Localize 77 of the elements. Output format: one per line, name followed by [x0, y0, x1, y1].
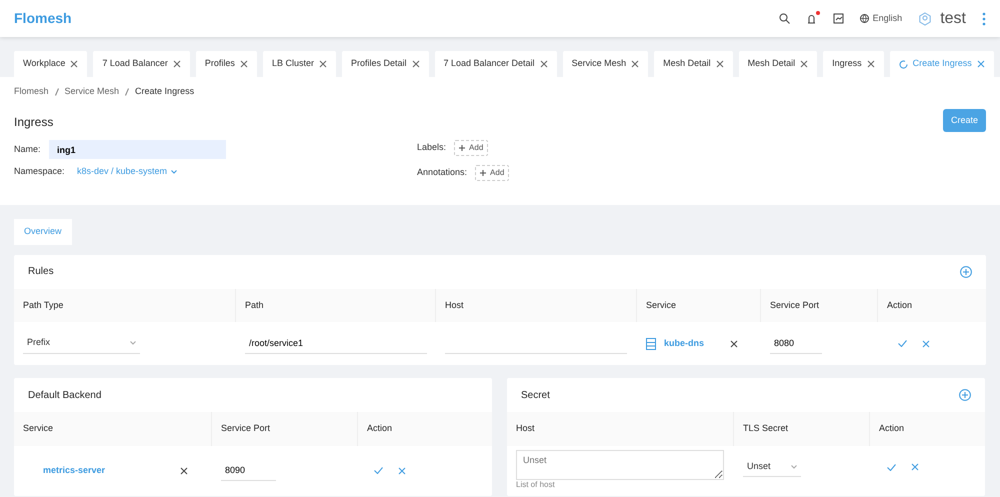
field-label: Name:	[14, 142, 42, 156]
close-icon[interactable]	[398, 466, 406, 474]
close-icon[interactable]	[540, 60, 548, 68]
breadcrumb-link[interactable]: Service Mesh	[64, 85, 120, 98]
column-header: TLS Secret	[734, 412, 870, 446]
breadcrumb-link[interactable]: Flomesh	[14, 85, 49, 98]
tab[interactable]: Service Mesh	[562, 51, 648, 77]
add-circle-icon[interactable]	[959, 389, 971, 401]
language-selector[interactable]: English	[860, 12, 902, 26]
column-header: Host	[507, 412, 734, 446]
page-title: Ingress	[14, 114, 54, 132]
column-header: Action	[886, 298, 914, 312]
path-type-select[interactable]: Prefix	[23, 334, 140, 354]
column-header: Action	[878, 422, 906, 435]
add-button[interactable]: Add	[454, 140, 488, 156]
tab[interactable]: LB Cluster	[262, 51, 336, 77]
column-header: Path Type	[14, 288, 236, 322]
tab[interactable]: 7 Load Balancer	[93, 51, 190, 77]
column-header: Service	[637, 288, 761, 322]
tls-secret-select[interactable]: Unset	[743, 457, 801, 478]
loading-icon	[898, 60, 908, 68]
column-header: Service Port	[212, 412, 358, 446]
close-icon[interactable]	[412, 60, 420, 68]
close-icon[interactable]	[172, 60, 181, 68]
chevron-down-icon	[791, 464, 797, 469]
column-header: Service	[14, 412, 212, 446]
clear-icon[interactable]	[180, 466, 188, 474]
check-icon[interactable]	[374, 467, 383, 474]
clear-icon[interactable]	[730, 340, 738, 348]
add-circle-icon[interactable]	[960, 266, 972, 278]
tab[interactable]: Ingress	[823, 51, 884, 77]
field-hint: List of host	[516, 480, 556, 490]
list-icon	[646, 338, 656, 350]
plus-icon	[480, 170, 486, 176]
check-icon[interactable]	[887, 464, 896, 471]
dashboard-icon[interactable]	[832, 13, 844, 24]
column-header: Service Port	[761, 288, 878, 322]
alarm-icon[interactable]	[806, 13, 817, 24]
chevron-down-icon	[130, 341, 136, 345]
user-name[interactable]: test	[940, 6, 966, 30]
tab[interactable]: Profiles	[196, 51, 257, 77]
plus-icon	[459, 145, 466, 151]
close-icon[interactable]	[911, 463, 919, 472]
section-title: Rules	[28, 265, 54, 279]
globe-icon	[860, 14, 869, 23]
tab[interactable]: Workplace	[14, 51, 88, 77]
more-icon[interactable]	[982, 12, 986, 26]
close-icon[interactable]	[70, 60, 78, 68]
close-icon[interactable]	[240, 60, 248, 68]
column-header: Action	[366, 422, 394, 435]
check-icon[interactable]	[898, 340, 907, 347]
close-icon[interactable]	[716, 60, 724, 68]
close-icon[interactable]	[866, 60, 875, 68]
section-title: Default Backend	[28, 388, 102, 402]
section-title: Secret	[521, 388, 550, 402]
close-icon[interactable]	[631, 60, 640, 68]
field-label: Labels:	[417, 141, 446, 154]
tab[interactable]: Mesh Detail	[738, 51, 818, 77]
tab[interactable]: Mesh Detail	[654, 51, 733, 77]
tab[interactable]: Profiles Detail	[342, 51, 428, 77]
column-header: Path	[236, 288, 436, 322]
tab[interactable]: 7 Load Balancer Detail	[434, 51, 557, 77]
host-textarea[interactable]: Unset	[516, 450, 724, 480]
close-icon[interactable]	[318, 60, 327, 68]
name-input[interactable]: ing1	[49, 140, 226, 159]
column-header: Host	[436, 288, 637, 322]
breadcrumb-current: Create Ingress	[135, 85, 194, 98]
chevron-down-icon	[171, 170, 178, 174]
breadcrumb-separator	[54, 88, 59, 96]
breadcrumb-separator	[125, 88, 130, 96]
search-icon[interactable]	[778, 13, 790, 24]
field-label: Annotations:	[417, 166, 468, 180]
close-icon[interactable]	[976, 60, 985, 68]
add-button[interactable]: Add	[475, 165, 510, 181]
field-label: Namespace:	[14, 165, 66, 178]
close-icon[interactable]	[922, 340, 930, 348]
close-icon[interactable]	[800, 60, 808, 68]
